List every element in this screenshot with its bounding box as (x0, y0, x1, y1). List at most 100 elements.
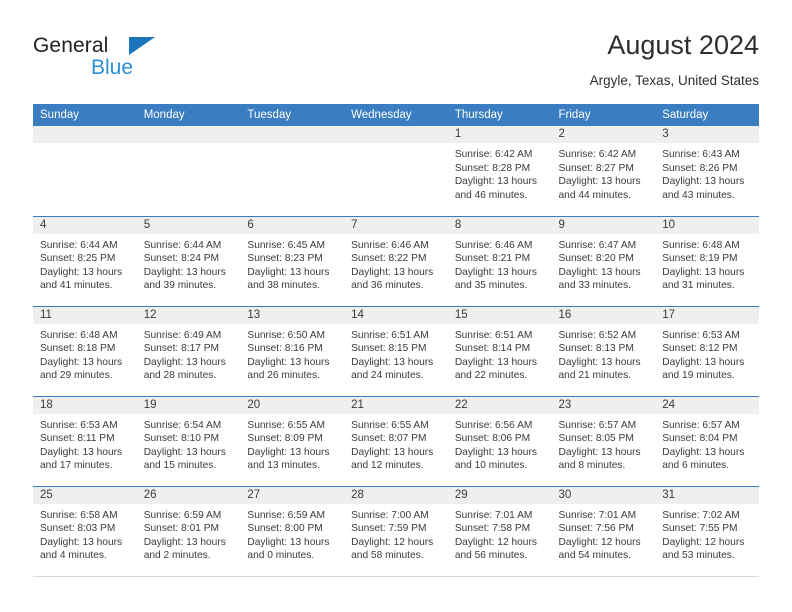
calendar-day-cell[interactable]: 21 Sunrise: 6:55 AM Sunset: 8:07 PM Dayligh… (344, 395, 448, 486)
calendar-day-cell[interactable]: 30 Sunrise: 7:01 AM Sunset: 7:56 PM Dayligh… (551, 485, 656, 577)
sunset-time: Sunset: 8:27 PM (558, 162, 634, 174)
calendar-day-cell[interactable]: 26 Sunrise: 6:59 AM Sunset: 8:01 PM Dayligh… (136, 485, 241, 577)
calendar-day-cell[interactable]: 14 Sunrise: 6:51 AM Sunset: 8:15 PM Dayligh… (344, 305, 448, 396)
sunset-time: Sunset: 8:21 PM (454, 253, 531, 265)
calendar-day-cell[interactable]: 13 Sunrise: 6:50 AM Sunset: 8:16 PM Dayligh… (240, 305, 345, 396)
daylight-duration-line1: Daylight: 13 hours (40, 266, 123, 278)
calendar-day-cell[interactable]: 15 Sunrise: 6:51 AM Sunset: 8:14 PM Dayligh… (447, 305, 552, 396)
daylight-duration-line2: and 54 minutes. (558, 550, 632, 562)
daylight-duration-line2: and 31 minutes. (662, 280, 735, 292)
sunset-time: Sunset: 8:22 PM (351, 253, 427, 265)
day-details: Sunrise: 6:59 AM Sunset: 8:01 PM Daylight:… (137, 504, 241, 563)
day-number: 25 (33, 486, 137, 504)
daylight-duration-line2: and 44 minutes. (558, 189, 632, 201)
calendar-day-cell[interactable]: 4 Sunrise: 6:44 AM Sunset: 8:25 PM Daylight… (33, 215, 137, 306)
day-number: 21 (344, 396, 448, 414)
calendar-day-cell[interactable]: 25 Sunrise: 6:58 AM Sunset: 8:03 PM Dayligh… (33, 485, 137, 577)
calendar-day-cell[interactable]: 11 Sunrise: 6:48 AM Sunset: 8:18 PM Dayligh… (33, 305, 137, 396)
daylight-duration-line1: Daylight: 13 hours (662, 266, 745, 278)
day-number: 29 (447, 486, 552, 504)
sunrise-time: Sunrise: 6:47 AM (558, 239, 637, 251)
daylight-duration-line2: and 35 minutes. (454, 280, 528, 292)
daylight-duration-line1: Daylight: 13 hours (454, 176, 537, 188)
calendar-day-cell[interactable]: 23 Sunrise: 6:57 AM Sunset: 8:05 PM Dayligh… (551, 395, 656, 486)
sunrise-time: Sunrise: 6:44 AM (143, 239, 222, 251)
daylight-duration-line2: and 29 minutes. (40, 370, 113, 382)
daylight-duration-line1: Daylight: 13 hours (662, 356, 745, 368)
daylight-duration-line2: and 43 minutes. (662, 189, 735, 201)
daylight-duration-line1: Daylight: 12 hours (558, 536, 641, 548)
day-details: Sunrise: 6:44 AM Sunset: 8:24 PM Daylight:… (137, 234, 241, 293)
day-details: Sunrise: 6:45 AM Sunset: 8:23 PM Daylight:… (240, 234, 344, 293)
daylight-duration-line1: Daylight: 13 hours (40, 356, 123, 368)
day-number: 6 (240, 216, 345, 234)
weekday-header-sunday: Sunday (33, 104, 137, 126)
calendar-day-cell[interactable]: 28 Sunrise: 7:00 AM Sunset: 7:59 PM Dayligh… (344, 485, 448, 577)
sunrise-time: Sunrise: 6:58 AM (40, 509, 118, 521)
calendar-day-cell[interactable]: 24 Sunrise: 6:57 AM Sunset: 8:04 PM Dayligh… (655, 395, 759, 486)
day-number: 7 (344, 216, 448, 234)
page-header: General Blue August 2024 Argyle, Texas, … (33, 28, 759, 98)
calendar-day-cell[interactable]: 1 Sunrise: 6:42 AM Sunset: 8:28 PM Daylight… (447, 126, 552, 216)
calendar-day-cell[interactable]: 16 Sunrise: 6:52 AM Sunset: 8:13 PM Dayligh… (551, 305, 656, 396)
day-details: Sunrise: 6:50 AM Sunset: 8:16 PM Daylight:… (240, 324, 344, 383)
calendar-day-cell[interactable]: 5 Sunrise: 6:44 AM Sunset: 8:24 PM Daylight… (136, 215, 241, 306)
calendar-day-cell[interactable]: 9 Sunrise: 6:47 AM Sunset: 8:20 PM Daylight… (551, 215, 656, 306)
sunrise-time: Sunrise: 6:59 AM (247, 509, 325, 521)
calendar-day-cell[interactable]: 7 Sunrise: 6:46 AM Sunset: 8:22 PM Daylight… (344, 215, 448, 306)
daylight-duration-line2: and 53 minutes. (662, 550, 735, 562)
calendar-day-cell[interactable]: 20 Sunrise: 6:55 AM Sunset: 8:09 PM Dayligh… (240, 395, 345, 486)
sunrise-time: Sunrise: 6:43 AM (662, 149, 740, 160)
sunset-time: Sunset: 8:15 PM (351, 343, 427, 355)
calendar-day-cell[interactable]: 8 Sunrise: 6:46 AM Sunset: 8:21 PM Daylight… (447, 215, 552, 306)
sunset-time: Sunset: 8:05 PM (558, 433, 634, 445)
daylight-duration-line1: Daylight: 12 hours (454, 536, 537, 548)
sunset-time: Sunset: 8:12 PM (662, 343, 738, 355)
sunset-time: Sunset: 8:28 PM (454, 162, 531, 174)
daylight-duration-line2: and 10 minutes. (454, 460, 528, 472)
calendar-day-cell[interactable]: 12 Sunrise: 6:49 AM Sunset: 8:17 PM Dayligh… (136, 305, 241, 396)
daylight-duration-line2: and 56 minutes. (454, 550, 528, 562)
calendar-page: General Blue August 2024 Argyle, Texas, … (0, 0, 792, 612)
calendar-day-cell[interactable]: 3 Sunrise: 6:43 AM Sunset: 8:26 PM Daylight… (655, 126, 759, 216)
day-details: Sunrise: 6:43 AM Sunset: 8:26 PM Daylight:… (655, 143, 759, 202)
calendar-day-cell[interactable]: 18 Sunrise: 6:53 AM Sunset: 8:11 PM Dayligh… (33, 395, 137, 486)
day-number: 18 (33, 396, 137, 414)
day-number (33, 126, 137, 143)
sunset-time: Sunset: 8:00 PM (247, 523, 323, 535)
sunrise-time: Sunrise: 6:51 AM (454, 329, 533, 341)
daylight-duration-line1: Daylight: 13 hours (558, 266, 641, 278)
calendar-day-cell[interactable]: 10 Sunrise: 6:48 AM Sunset: 8:19 PM Dayligh… (655, 215, 759, 306)
sunrise-time: Sunrise: 6:42 AM (558, 149, 637, 160)
sunset-time: Sunset: 8:03 PM (40, 523, 116, 535)
calendar-day-cell-empty (33, 126, 137, 216)
calendar-day-cell[interactable]: 2 Sunrise: 6:42 AM Sunset: 8:27 PM Daylight… (551, 126, 656, 216)
general-blue-logo[interactable]: General Blue (33, 34, 223, 90)
calendar-day-cell[interactable]: 19 Sunrise: 6:54 AM Sunset: 8:10 PM Dayligh… (136, 395, 241, 486)
daylight-duration-line1: Daylight: 13 hours (143, 266, 226, 278)
day-number: 17 (655, 306, 759, 324)
daylight-duration-line1: Daylight: 13 hours (351, 356, 434, 368)
sunset-time: Sunset: 7:55 PM (662, 523, 738, 535)
calendar-day-cell-empty (136, 126, 241, 216)
day-details: Sunrise: 6:55 AM Sunset: 8:09 PM Daylight:… (240, 414, 344, 473)
day-details: Sunrise: 6:56 AM Sunset: 8:06 PM Daylight:… (448, 414, 552, 473)
day-details: Sunrise: 6:42 AM Sunset: 8:28 PM Daylight:… (448, 143, 552, 202)
day-number: 20 (240, 396, 345, 414)
daylight-duration-line2: and 2 minutes. (143, 550, 211, 562)
day-details: Sunrise: 6:57 AM Sunset: 8:04 PM Daylight:… (655, 414, 759, 473)
daylight-duration-line2: and 12 minutes. (351, 460, 424, 472)
day-details: Sunrise: 6:54 AM Sunset: 8:10 PM Daylight:… (137, 414, 241, 473)
sunset-time: Sunset: 8:25 PM (40, 253, 116, 265)
calendar-week-row: 1 Sunrise: 6:42 AM Sunset: 8:28 PM Daylight… (33, 126, 759, 216)
calendar-day-cell[interactable]: 17 Sunrise: 6:53 AM Sunset: 8:12 PM Dayligh… (655, 305, 759, 396)
daylight-duration-line2: and 22 minutes. (454, 370, 528, 382)
calendar-day-cell[interactable]: 22 Sunrise: 6:56 AM Sunset: 8:06 PM Dayligh… (447, 395, 552, 486)
calendar-day-cell[interactable]: 29 Sunrise: 7:01 AM Sunset: 7:58 PM Dayligh… (447, 485, 552, 577)
sunrise-time: Sunrise: 7:01 AM (558, 509, 637, 521)
day-details: Sunrise: 6:53 AM Sunset: 8:11 PM Daylight:… (33, 414, 137, 473)
calendar-day-cell[interactable]: 27 Sunrise: 6:59 AM Sunset: 8:00 PM Dayligh… (240, 485, 345, 577)
calendar-day-cell[interactable]: 6 Sunrise: 6:45 AM Sunset: 8:23 PM Daylight… (240, 215, 345, 306)
day-number: 15 (447, 306, 552, 324)
calendar-day-cell[interactable]: 31 Sunrise: 7:02 AM Sunset: 7:55 PM Dayligh… (655, 485, 759, 577)
